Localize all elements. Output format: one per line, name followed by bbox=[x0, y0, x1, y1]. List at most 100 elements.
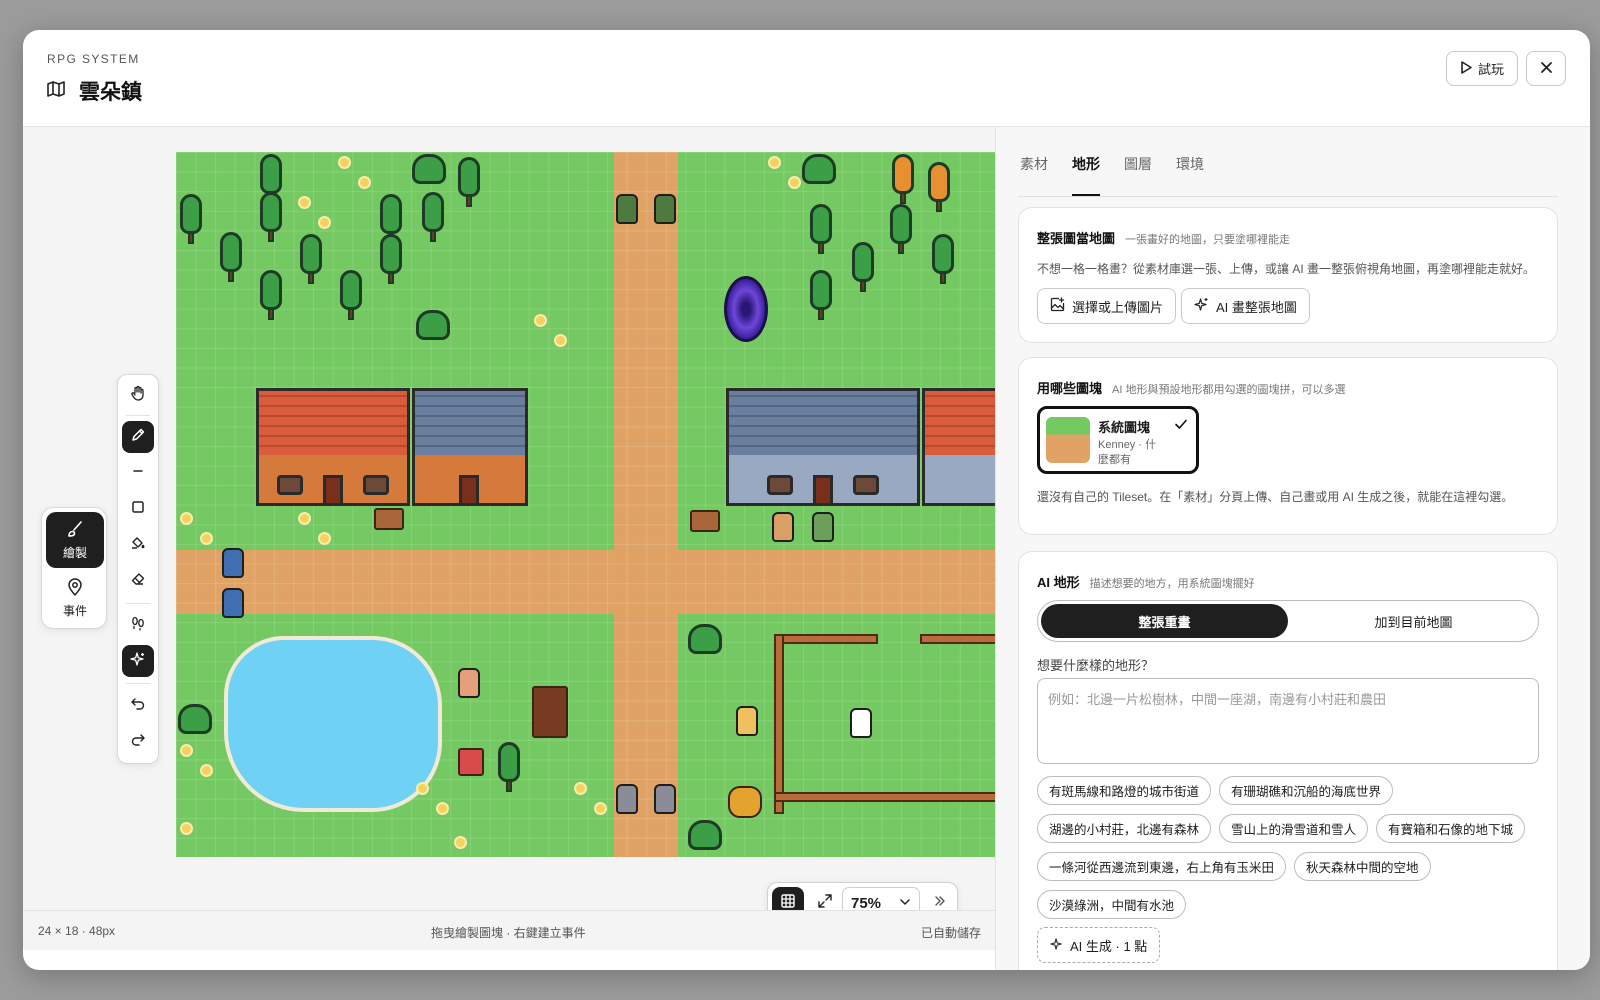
title-row: 雲朵鎮 bbox=[47, 76, 142, 106]
sparkle-icon bbox=[1194, 297, 1209, 315]
flower bbox=[320, 534, 329, 543]
bush bbox=[688, 624, 722, 654]
tool-rail bbox=[117, 374, 159, 764]
eraser-tool[interactable] bbox=[122, 565, 154, 597]
redo-button[interactable] bbox=[122, 725, 154, 757]
card-title: 整張圖當地圖 bbox=[1037, 231, 1116, 246]
ai-tool[interactable] bbox=[122, 645, 154, 677]
flower bbox=[202, 766, 211, 775]
tab-assets[interactable]: 素材 bbox=[1020, 154, 1048, 196]
walkable-tool[interactable] bbox=[122, 609, 154, 641]
prompt-suggestions: 有斑馬線和路燈的城市街道 有珊瑚礁和沉船的海底世界 湖邊的小村莊，北邊有森林 雪… bbox=[1037, 776, 1547, 919]
tile-map-canvas[interactable] bbox=[176, 152, 995, 857]
undo-icon bbox=[130, 695, 146, 716]
line-icon bbox=[130, 463, 146, 484]
tree bbox=[852, 242, 874, 294]
flower bbox=[340, 158, 349, 167]
mode-draw[interactable]: 繪製 bbox=[46, 512, 104, 568]
tab-terrain[interactable]: 地形 bbox=[1072, 154, 1100, 196]
mode-replace-all[interactable]: 整張重畫 bbox=[1041, 604, 1288, 638]
fence bbox=[920, 634, 995, 644]
mode-add-to-map[interactable]: 加到目前地圖 bbox=[1290, 604, 1537, 638]
target bbox=[458, 748, 484, 776]
pencil-icon bbox=[130, 427, 146, 448]
system-tileset-option[interactable]: 系統圖塊 Kenney · 什 麼都有 bbox=[1037, 406, 1199, 474]
terrain-prompt-input[interactable] bbox=[1037, 678, 1539, 764]
mode-event-label: 事件 bbox=[62, 603, 87, 618]
chevron-down-icon bbox=[899, 895, 911, 912]
tab-environment[interactable]: 環境 bbox=[1176, 154, 1204, 196]
guard-npc bbox=[222, 588, 244, 618]
app-eyebrow: RPG SYSTEM bbox=[47, 52, 140, 66]
tree bbox=[928, 162, 950, 214]
sparkle-icon bbox=[130, 651, 146, 672]
image-plus-icon bbox=[1050, 297, 1065, 315]
panel-tabs: 素材 地形 圖層 環境 bbox=[1018, 151, 1558, 197]
bush bbox=[416, 310, 450, 340]
upload-image-button[interactable]: 選擇或上傳圖片 bbox=[1037, 288, 1177, 324]
map-pin-icon bbox=[67, 577, 83, 599]
pencil-tool[interactable] bbox=[122, 421, 154, 453]
house-blue bbox=[412, 388, 528, 506]
header-actions: 試玩 bbox=[1445, 51, 1566, 86]
suggestion-chip[interactable]: 一條河從西邊流到東邊，右上角有玉米田 bbox=[1037, 852, 1287, 881]
tree bbox=[380, 234, 402, 286]
undo-button[interactable] bbox=[122, 689, 154, 721]
suggestion-chip[interactable]: 沙漠綠洲，中間有水池 bbox=[1037, 890, 1187, 919]
hand-tool[interactable] bbox=[122, 379, 154, 411]
beehive bbox=[728, 786, 762, 818]
tree bbox=[810, 204, 832, 256]
map-icon bbox=[47, 80, 65, 102]
signpost bbox=[690, 510, 720, 532]
flower bbox=[790, 178, 799, 187]
tree bbox=[498, 742, 520, 794]
canvas-area: 繪製 事件 75% bbox=[23, 127, 995, 923]
fence bbox=[774, 634, 784, 814]
tileset-desc-line-1: Kenney · 什 bbox=[1098, 439, 1157, 451]
chicken bbox=[850, 708, 872, 738]
suggestion-chip[interactable]: 有寶箱和石像的地下城 bbox=[1376, 814, 1526, 843]
knight-npc bbox=[654, 784, 676, 814]
generate-mode-toggle: 整張重畫 加到目前地圖 bbox=[1037, 600, 1539, 642]
hand-icon bbox=[130, 385, 146, 406]
suggestion-chip[interactable]: 秋天森林中間的空地 bbox=[1294, 852, 1431, 881]
card-subtitle: AI 地形與預設地形都用勾選的圖塊拼，可以多選 bbox=[1112, 384, 1346, 396]
bush bbox=[688, 820, 722, 850]
rectangle-tool[interactable] bbox=[122, 493, 154, 525]
tab-layers[interactable]: 圖層 bbox=[1124, 154, 1152, 196]
tileset-note: 還沒有自己的 Tileset。在「素材」分頁上傳、自己畫或用 AI 生成之後，就… bbox=[1037, 490, 1514, 504]
eraser-icon bbox=[130, 571, 146, 592]
flower bbox=[202, 534, 211, 543]
close-button[interactable] bbox=[1526, 51, 1566, 86]
map-size: 24 × 18 · 48px bbox=[38, 924, 116, 938]
suggestion-chip[interactable]: 湖邊的小村莊，北邊有森林 bbox=[1037, 814, 1212, 843]
tree bbox=[810, 270, 832, 322]
ai-generate-button[interactable]: AI 生成 · 1 點 bbox=[1037, 927, 1161, 963]
flower bbox=[438, 804, 447, 813]
flower bbox=[418, 784, 427, 793]
house-red-edge bbox=[922, 388, 995, 506]
mode-event[interactable]: 事件 bbox=[46, 570, 104, 626]
play-button[interactable]: 試玩 bbox=[1445, 51, 1518, 86]
villager-npc bbox=[772, 512, 794, 542]
sparkle-icon bbox=[1050, 937, 1064, 954]
suggestion-chip[interactable]: 有斑馬線和路燈的城市街道 bbox=[1037, 776, 1212, 805]
tree bbox=[260, 270, 282, 322]
tileset-thumbnail bbox=[1046, 417, 1090, 463]
tree bbox=[340, 270, 362, 322]
flower bbox=[300, 514, 309, 523]
card-subtitle: 一張畫好的地圖，只要塗哪裡能走 bbox=[1125, 234, 1291, 246]
line-tool[interactable] bbox=[122, 457, 154, 489]
suggestion-chip[interactable]: 有珊瑚礁和沉船的海底世界 bbox=[1219, 776, 1394, 805]
editor-window: RPG SYSTEM 雲朵鎮 試玩 繪製 事件 75% 24 × 18 · 48… bbox=[23, 30, 1590, 970]
tree bbox=[892, 154, 914, 206]
tool-divider bbox=[126, 683, 150, 684]
fence bbox=[774, 792, 995, 802]
suggestion-chip[interactable]: 雪山上的滑雪道和雪人 bbox=[1219, 814, 1369, 843]
flower bbox=[556, 336, 565, 345]
card-header: AI 地形 描述想要的地方，用系統圖塊擺好 bbox=[1037, 572, 1255, 591]
fill-tool[interactable] bbox=[122, 529, 154, 561]
flower bbox=[182, 824, 191, 833]
ai-draw-map-button[interactable]: AI 畫整張地圖 bbox=[1181, 288, 1310, 324]
mode-rail: 繪製 事件 bbox=[41, 507, 107, 629]
